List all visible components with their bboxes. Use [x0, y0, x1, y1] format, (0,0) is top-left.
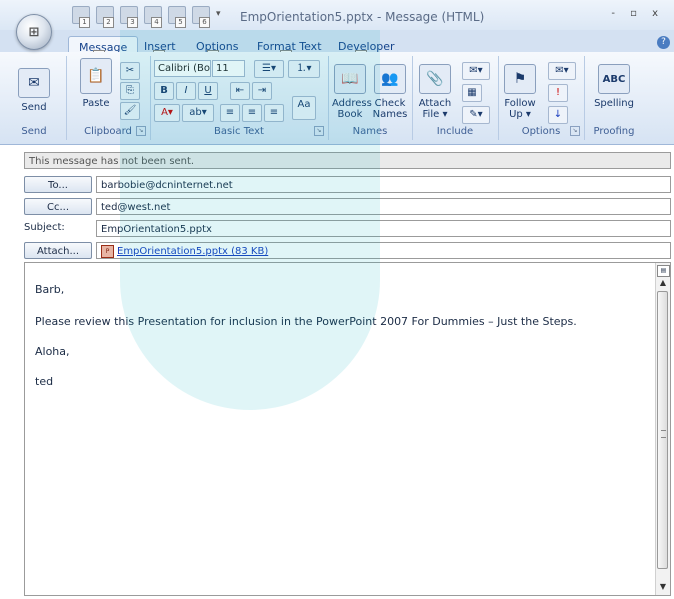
office-logo-icon: ⊞	[28, 24, 40, 40]
keytip: 5	[175, 17, 186, 28]
align-center-icon[interactable]: ≡	[242, 104, 262, 122]
attachment-field[interactable]: P EmpOrientation5.pptx (83 KB)	[96, 242, 671, 259]
keytip: 3	[127, 17, 138, 28]
group-label-names: Names	[352, 126, 388, 137]
group-label-proofing: Proofing	[593, 126, 635, 137]
group-label-include: Include	[436, 126, 474, 137]
address-book-icon: 📖	[334, 64, 366, 94]
decrease-indent-icon[interactable]: ⇤	[230, 82, 250, 100]
group-basic-text: Calibri (Bo 11 ☰▾ ⒈▾ B I U ⇤ ⇥ A▾ ab▾ ≡ …	[150, 56, 329, 140]
calendar-icon[interactable]: ▦	[462, 84, 482, 102]
body-closing: Aloha,	[35, 345, 70, 358]
signature-icon[interactable]: ✎▾	[462, 106, 490, 124]
keytip: 2	[103, 17, 114, 28]
office-button[interactable]: ⊞	[16, 14, 52, 50]
cut-icon[interactable]: ✂	[120, 62, 140, 80]
high-importance-icon[interactable]: !	[548, 84, 568, 102]
font-color-icon[interactable]: A▾	[154, 104, 180, 122]
window-controls[interactable]: - ▫ x	[611, 8, 664, 19]
vertical-scrollbar[interactable]: ▤ ▲ ▼	[655, 263, 670, 595]
spelling-button[interactable]: ABC Spelling	[594, 64, 634, 109]
group-send: ✉ Send Send	[2, 56, 67, 140]
keytip: 1	[79, 17, 90, 28]
check-names-icon: 👥	[374, 64, 406, 94]
qat-up-icon[interactable]: 5	[168, 6, 186, 28]
keytip: 6	[199, 17, 210, 28]
check-names-button[interactable]: 👥 Check Names	[372, 64, 408, 120]
qat-down-icon[interactable]: 6	[192, 6, 210, 28]
attach-file-button[interactable]: 📎 Attach File ▾	[418, 64, 452, 120]
highlight-icon[interactable]: ab▾	[182, 104, 214, 122]
ribbon-tabs: Message H Insert N Options P Format Text…	[0, 30, 674, 62]
group-label-basic-text: Basic Text	[214, 126, 264, 137]
body-signature: ted	[35, 375, 54, 388]
window-title: EmpOrientation5.pptx - Message (HTML)	[240, 10, 485, 24]
attach-item-icon[interactable]: ✉▾	[462, 62, 490, 80]
bullets-icon[interactable]: ☰▾	[254, 60, 284, 78]
qat-save-icon[interactable]: 1	[72, 6, 90, 28]
body-text: Please review this Presentation for incl…	[35, 315, 577, 328]
basic-text-launcher-icon[interactable]: ↘	[314, 126, 324, 136]
qat-print-icon[interactable]: 4	[144, 6, 162, 28]
group-options: ⚑ Follow Up ▾ ✉▾ ! ↓ Options ↘	[498, 56, 585, 140]
grip-icon	[661, 430, 666, 438]
italic-button[interactable]: I	[176, 82, 196, 100]
subject-label: Subject:	[24, 222, 65, 233]
ribbon: ✉ Send Send 📋 Paste ✂ ⎘ 🖌 Clipboard ↘ Ca…	[0, 52, 674, 145]
body-greeting: Barb,	[35, 283, 65, 296]
follow-up-button[interactable]: ⚑ Follow Up ▾	[502, 64, 538, 120]
group-include: 📎 Attach File ▾ ✉▾ ▦ ✎▾ Include	[412, 56, 499, 140]
align-left-icon[interactable]: ≡	[220, 104, 240, 122]
message-body[interactable]: Barb, Please review this Presentation fo…	[24, 262, 671, 596]
group-names: 📖 Address Book 👥 Check Names Names	[328, 56, 413, 140]
qat-customize-icon[interactable]: ▾	[216, 6, 221, 24]
align-right-icon[interactable]: ≡	[264, 104, 284, 122]
increase-indent-icon[interactable]: ⇥	[252, 82, 272, 100]
flag-icon: ⚑	[504, 64, 536, 94]
paste-button[interactable]: 📋 Paste	[78, 58, 114, 109]
cc-button[interactable]: Cc...	[24, 198, 92, 215]
subject-field[interactable]: EmpOrientation5.pptx	[96, 220, 671, 237]
title-bar: 1 2 3 4 5 6 ▾ EmpOrientation5.pptx - Mes…	[0, 0, 674, 30]
message-status: This message has not been sent.	[24, 152, 671, 169]
address-book-button[interactable]: 📖 Address Book	[332, 64, 372, 120]
format-painter-icon[interactable]: 🖌	[120, 102, 140, 120]
scroll-thumb[interactable]	[657, 291, 668, 569]
to-field[interactable]: barbobie@dcninternet.net	[96, 176, 671, 193]
numbering-icon[interactable]: ⒈▾	[288, 60, 320, 78]
group-proofing: ABC Spelling Proofing	[584, 56, 644, 140]
attachment-link[interactable]: EmpOrientation5.pptx (83 KB)	[117, 246, 268, 257]
group-clipboard: 📋 Paste ✂ ⎘ 🖌 Clipboard ↘	[66, 56, 151, 140]
qat-undo-icon[interactable]: 2	[96, 6, 114, 28]
options-launcher-icon[interactable]: ↘	[570, 126, 580, 136]
styles-icon[interactable]: Aa	[292, 96, 316, 120]
clipboard-launcher-icon[interactable]: ↘	[136, 126, 146, 136]
permission-icon[interactable]: ✉▾	[548, 62, 576, 80]
quick-access-toolbar: 1 2 3 4 5 6 ▾	[72, 6, 221, 28]
font-name-combo[interactable]: Calibri (Bo	[154, 60, 211, 77]
scroll-up-icon[interactable]: ▲	[656, 277, 670, 289]
scroll-down-icon[interactable]: ▼	[656, 581, 670, 593]
spelling-icon: ABC	[598, 64, 630, 94]
low-importance-icon[interactable]: ↓	[548, 106, 568, 124]
pptx-file-icon: P	[101, 244, 114, 258]
cc-field[interactable]: ted@west.net	[96, 198, 671, 215]
font-size-combo[interactable]: 11	[212, 60, 245, 77]
attach-button[interactable]: Attach...	[24, 242, 92, 259]
bold-button[interactable]: B	[154, 82, 174, 100]
underline-button[interactable]: U	[198, 82, 218, 100]
ruler-toggle-icon[interactable]: ▤	[657, 265, 670, 277]
help-icon[interactable]: ?	[657, 36, 670, 49]
paste-icon: 📋	[80, 58, 112, 94]
send-icon: ✉	[18, 68, 50, 98]
to-button[interactable]: To...	[24, 176, 92, 193]
keytip: 4	[151, 17, 162, 28]
paperclip-icon: 📎	[419, 64, 451, 94]
group-label-send: Send	[21, 126, 47, 137]
qat-redo-icon[interactable]: 3	[120, 6, 138, 28]
send-button[interactable]: ✉ Send	[16, 68, 52, 113]
copy-icon[interactable]: ⎘	[120, 82, 140, 100]
